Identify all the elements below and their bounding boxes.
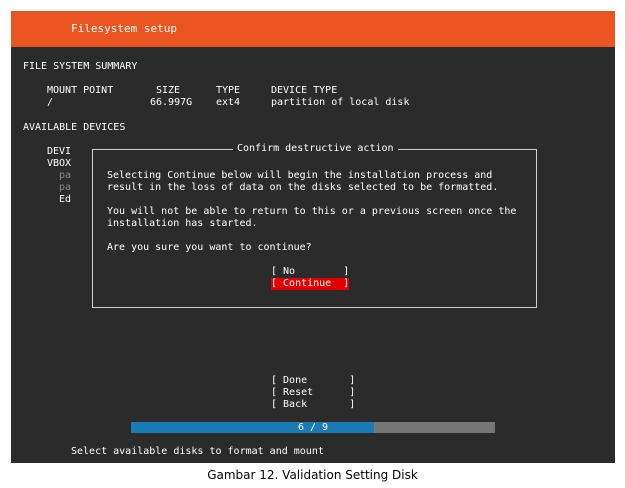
- row-size: 66.997G: [150, 97, 193, 108]
- row-mount-point[interactable]: /: [47, 97, 53, 109]
- progress-label: 6 / 9: [297, 422, 329, 433]
- edit-partial[interactable]: Ed: [59, 194, 71, 206]
- col-device-type: DEVICE TYPE: [271, 85, 338, 96]
- dialog-text-line-4: installation has started.: [107, 218, 258, 229]
- confirm-dialog: Confirm destructive action Selecting Con…: [92, 143, 537, 308]
- reset-button[interactable]: [ Reset ]: [271, 387, 355, 399]
- device-col-partial: DEVI: [47, 146, 72, 157]
- row-device-type: partition of local disk: [271, 97, 410, 108]
- continue-button[interactable]: [ Continue ]: [271, 278, 350, 290]
- installer-screen: Filesystem setup FILE SYSTEM SUMMARY MOU…: [11, 11, 615, 463]
- header-bar: Filesystem setup: [11, 11, 615, 47]
- back-button[interactable]: [ Back ]: [271, 399, 355, 411]
- dialog-title: Confirm destructive action: [233, 143, 398, 155]
- col-size: SIZE: [156, 85, 181, 96]
- partition-partial-1[interactable]: pa: [59, 170, 71, 182]
- col-mount-point: MOUNT POINT: [47, 85, 114, 96]
- col-type: TYPE: [216, 85, 241, 96]
- footer-bar: Select available disks to format and mou…: [11, 439, 615, 463]
- no-button[interactable]: [ No ]: [271, 266, 349, 278]
- row-type: ext4: [216, 97, 241, 108]
- available-heading: AVAILABLE DEVICES: [23, 122, 126, 133]
- dialog-text-line-1: Selecting Continue below will begin the …: [107, 170, 493, 181]
- page-title: Filesystem setup: [71, 22, 177, 35]
- done-button[interactable]: [ Done ]: [271, 375, 355, 387]
- footer-hint: Select available disks to format and mou…: [71, 446, 324, 457]
- figure-caption: Gambar 12. Validation Setting Disk: [207, 468, 418, 482]
- summary-heading: FILE SYSTEM SUMMARY: [23, 61, 138, 72]
- dialog-text-line-3: You will not be able to return to this o…: [107, 206, 517, 217]
- progress-bar: 6 / 9: [131, 422, 495, 433]
- dialog-text-line-2: result in the loss of data on the disks …: [107, 182, 499, 193]
- dialog-question: Are you sure you want to continue?: [107, 242, 312, 253]
- device-vbox-partial[interactable]: VBOX: [47, 158, 71, 170]
- partition-partial-2[interactable]: pa: [59, 182, 71, 194]
